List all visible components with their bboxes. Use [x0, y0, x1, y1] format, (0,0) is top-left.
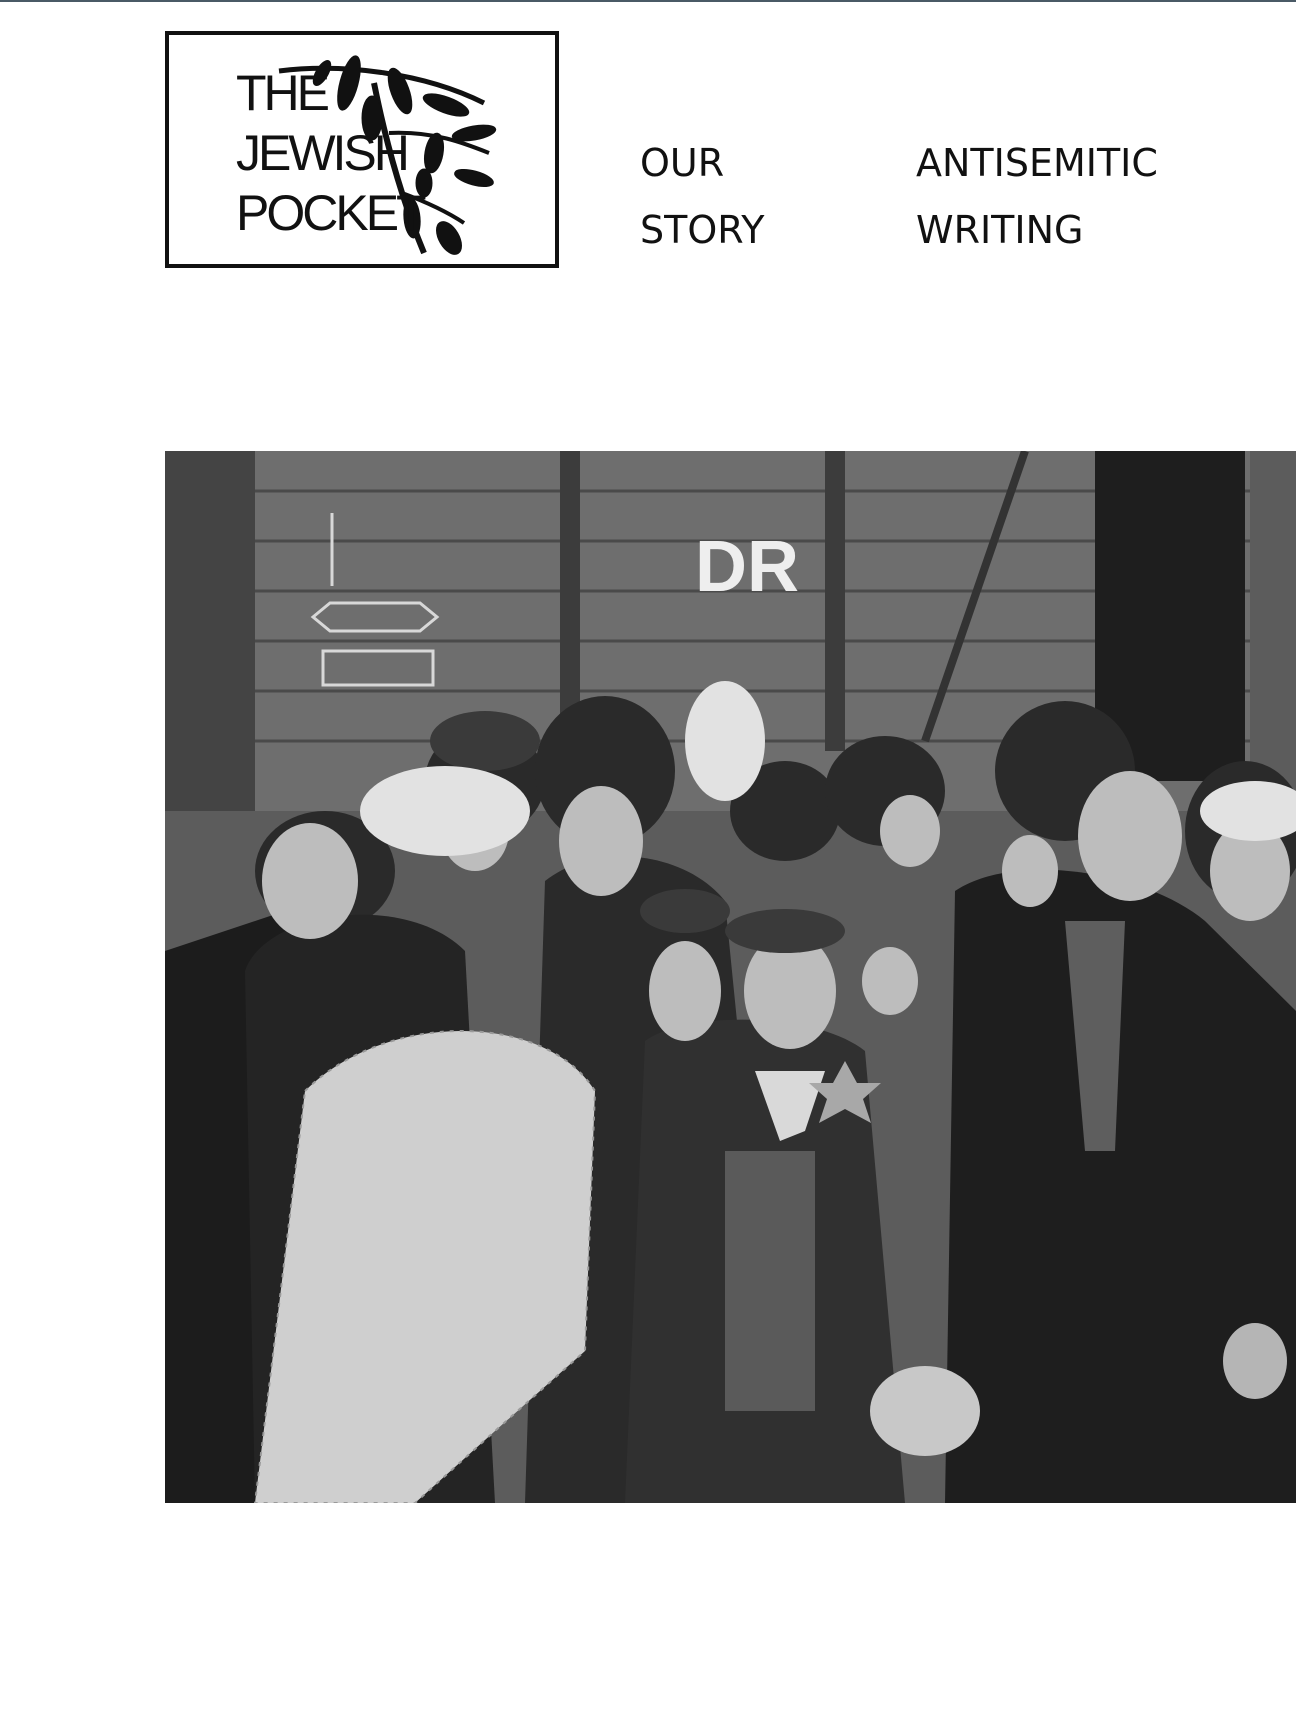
wagon-marking: DR	[695, 527, 799, 607]
logo-line-jewish: JEWISH	[236, 125, 410, 181]
logo-line-the: THE	[236, 65, 330, 121]
nav-link-our-story[interactable]: OUR STORY	[640, 130, 764, 264]
nav-our-story-line1: OUR	[640, 141, 725, 185]
nav-link-antisemitic-writing[interactable]: ANTISEMITIC WRITING	[916, 130, 1158, 264]
nav-antisemitic-writing-line1: ANTISEMITIC	[916, 141, 1158, 185]
nav-our-story-line2: STORY	[640, 208, 765, 252]
logo-line-pocket: POCKET	[236, 185, 427, 241]
logo-wordmark: THE JEWISH POCKET	[236, 63, 427, 243]
nav-antisemitic-writing-line2: WRITING	[916, 208, 1084, 252]
site-logo[interactable]: THE JEWISH POCKET	[165, 31, 559, 268]
hero-photo: DR	[165, 451, 1296, 1503]
top-border	[0, 0, 1296, 2]
hero-photo-image: DR	[165, 451, 1296, 1503]
